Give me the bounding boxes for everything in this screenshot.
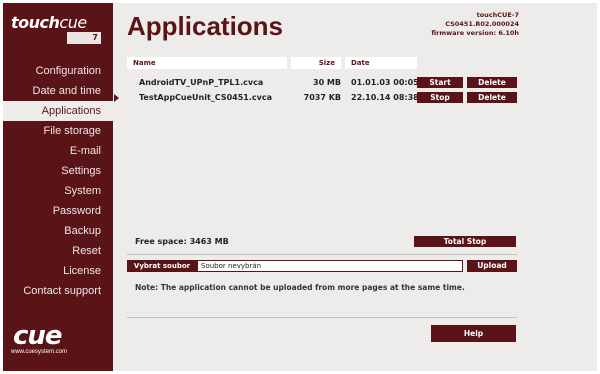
column-header-name: Name [127, 57, 287, 69]
cue-brand-url: www.cuesystem.com [11, 349, 68, 355]
sidebar-item-email[interactable]: E-mail [3, 141, 113, 161]
app-name: TestAppCueUnit_CS0451.cvca [139, 93, 272, 102]
sidebar-nav: Configuration Date and time Applications… [3, 61, 113, 301]
logo-word-cue: cue [59, 13, 87, 32]
app-date: 01.01.03 00:05 [351, 78, 419, 87]
sidebar-item-password[interactable]: Password [3, 201, 113, 221]
sidebar-item-backup[interactable]: Backup [3, 221, 113, 241]
sidebar-item-license[interactable]: License [3, 261, 113, 281]
device-serial: CS0451.R02.000024 [445, 20, 519, 28]
page-title: Applications [127, 11, 284, 41]
app-size: 30 MB [313, 78, 341, 87]
help-button[interactable]: Help [431, 325, 516, 342]
app-date: 22.10.14 08:38 [351, 93, 419, 102]
upload-button[interactable]: Upload [467, 260, 517, 272]
choose-file-button[interactable]: Vybrat soubor [127, 260, 197, 272]
sidebar-item-date-and-time[interactable]: Date and time [3, 81, 113, 101]
start-button[interactable]: Start [417, 77, 463, 88]
total-stop-button[interactable]: Total Stop [414, 236, 516, 247]
page-frame: touchcue 7 Configuration Date and time A… [3, 3, 597, 371]
upload-note: Note: The application cannot be uploaded… [135, 283, 465, 292]
divider [127, 254, 517, 255]
device-name: touchCUE-7 [476, 11, 519, 19]
selected-row-arrow-icon [114, 94, 119, 102]
delete-button[interactable]: Delete [467, 92, 517, 103]
device-info: touchCUE-7 CS0451.R02.000024 firmware ve… [431, 11, 519, 38]
delete-button[interactable]: Delete [467, 77, 517, 88]
sidebar-item-applications[interactable]: Applications [3, 101, 113, 121]
column-header-size: Size [291, 57, 341, 69]
touchcue-logo: touchcue 7 [11, 13, 105, 44]
sidebar: touchcue 7 Configuration Date and time A… [3, 3, 113, 371]
sidebar-item-configuration[interactable]: Configuration [3, 61, 113, 81]
column-header-date: Date [345, 57, 417, 69]
sidebar-item-system[interactable]: System [3, 181, 113, 201]
firmware-version: firmware version: 6.10h [431, 29, 519, 37]
logo-word-touch: touch [11, 13, 60, 32]
app-name: AndroidTV_UPnP_TPL1.cvca [139, 78, 264, 87]
divider [127, 317, 517, 318]
stop-button[interactable]: Stop [417, 92, 463, 103]
sidebar-item-reset[interactable]: Reset [3, 241, 113, 261]
upload-row: Vybrat soubor Soubor nevybrán Upload [127, 260, 517, 272]
sidebar-item-settings[interactable]: Settings [3, 161, 113, 181]
sidebar-item-contact-support[interactable]: Contact support [3, 281, 113, 301]
logo-model-badge: 7 [67, 32, 101, 44]
free-space-label: Free space: 3463 MB [135, 237, 229, 246]
cue-brand-logo: cue [13, 321, 63, 351]
app-size: 7037 KB [303, 93, 341, 102]
sidebar-item-file-storage[interactable]: File storage [3, 121, 113, 141]
file-input[interactable]: Soubor nevybrán [197, 260, 463, 272]
